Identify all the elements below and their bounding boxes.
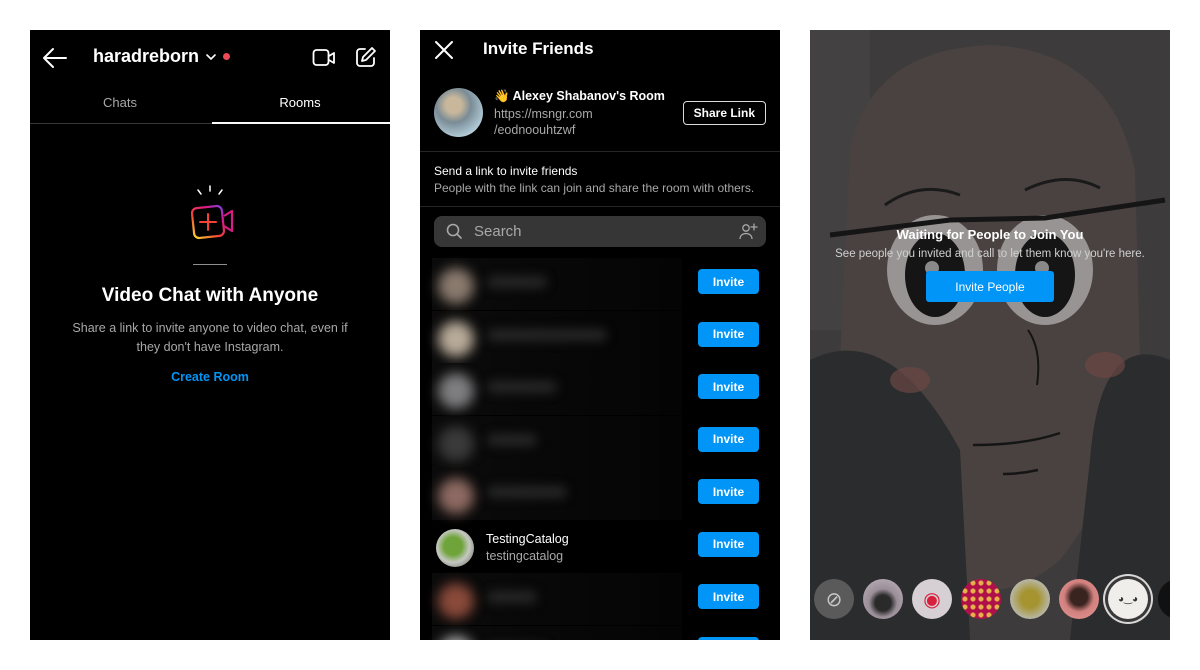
blurred-contact [432, 573, 682, 625]
send-link-title: Send a link to invite friends [434, 164, 578, 178]
room-link: https://msngr.com [494, 107, 593, 121]
waiting-description: See people you invited and call to let t… [835, 248, 1145, 260]
page-title: Invite Friends [483, 39, 594, 58]
contact-row[interactable]: Invite [420, 415, 780, 468]
close-icon[interactable] [434, 40, 454, 60]
avatar [438, 478, 474, 514]
search-icon [446, 223, 462, 239]
glitter-effect-button[interactable] [961, 579, 1001, 619]
camera-frame-effect-button[interactable]: ◉ [912, 579, 952, 619]
contact-row[interactable]: Invite [420, 468, 780, 520]
anime-face-effect-button[interactable]: ◕‿◕ [1108, 579, 1148, 619]
blurred-contact [432, 310, 682, 363]
empty-state-title: Video Chat with Anyone [101, 285, 319, 306]
header: haradreborn [30, 30, 390, 86]
avatar [438, 320, 474, 357]
status-dot [223, 53, 231, 60]
empty-state-description: Share a link to invite anyone to video c… [72, 321, 348, 354]
avatar [438, 268, 474, 304]
contact-name [487, 433, 537, 446]
room-name: 👋 Alexey Shabanov's Room [494, 89, 665, 103]
contact-name [487, 486, 567, 498]
video-plus-icon [190, 185, 234, 240]
blurred-contact [432, 258, 682, 310]
camera-preview [810, 30, 1170, 640]
contact-username: testingcatalog [486, 548, 564, 563]
tab-rooms[interactable]: Rooms [210, 88, 390, 124]
send-link-subtitle: People with the link can join and share … [434, 181, 755, 195]
invite-button[interactable]: Invite [698, 269, 759, 294]
blurred-contact [432, 363, 682, 415]
more-effects-button[interactable] [1158, 579, 1170, 619]
divider [193, 264, 227, 265]
avatar [438, 373, 474, 409]
avatar [438, 583, 474, 619]
divider [420, 151, 780, 152]
room-avatar [434, 88, 483, 137]
waiting-overlay: Waiting for People to Join You See peopl… [810, 227, 1170, 302]
invite-button[interactable]: Invite [698, 321, 759, 347]
invite-people-button[interactable]: Invite People [926, 271, 1054, 302]
wave-icon: 👋 [494, 89, 510, 103]
compose-icon[interactable] [355, 46, 377, 68]
contact-name: TestingCatalog [486, 531, 569, 546]
chevron-down-icon [206, 53, 216, 60]
waiting-title: Waiting for People to Join You [896, 227, 1084, 242]
username: haradreborn [93, 46, 200, 66]
invite-button[interactable]: Invite [698, 479, 759, 504]
blurred-contact [432, 415, 682, 468]
share-link-button[interactable]: Share Link [682, 101, 766, 125]
no-effect-button[interactable]: ⊘ [814, 579, 854, 619]
video-camera-icon[interactable] [312, 47, 336, 69]
tab-bar: Chats Rooms [30, 88, 390, 124]
room-info: 👋 Alexey Shabanov's Room https://msngr.c… [420, 85, 780, 145]
contact-row[interactable]: Invite [420, 573, 780, 625]
header: Invite Friends [420, 30, 780, 70]
empty-state: Video Chat with Anyone Share a link to i… [30, 180, 390, 386]
invite-button[interactable]: Invite [698, 584, 759, 609]
bird-effect-button[interactable] [863, 579, 903, 619]
contact-row[interactable]: Invite [420, 258, 780, 310]
active-tab-indicator [212, 122, 390, 124]
contact-row[interactable]: Invite [420, 310, 780, 363]
contact-name [487, 276, 547, 288]
contact-row[interactable]: Invite [420, 625, 780, 640]
blurred-contact [432, 625, 682, 640]
effects-tray: ⊘ ◉ ◕‿◕ [810, 579, 1170, 621]
person-effect-button[interactable] [1059, 579, 1099, 619]
contact-name [487, 381, 557, 393]
avatar [438, 425, 474, 462]
create-room-link[interactable]: Create Room [171, 370, 249, 384]
contact-row[interactable]: Invite [420, 363, 780, 415]
add-people-icon[interactable] [738, 222, 758, 240]
search-bar [434, 216, 766, 247]
contact-name [487, 328, 607, 341]
blurred-contact [432, 468, 682, 520]
invite-friends-screen: Invite Friends 👋 Alexey Shabanov's Room … [420, 30, 780, 640]
avatar [438, 635, 474, 640]
arrow-left-icon[interactable] [42, 46, 68, 70]
room-call-screen: Waiting for People to Join You See peopl… [810, 30, 1170, 640]
tab-chats[interactable]: Chats [30, 88, 210, 124]
invite-button[interactable]: Invite [698, 531, 759, 557]
account-switcher[interactable]: haradreborn [93, 46, 231, 67]
rooms-screen: haradreborn Chats Rooms Video Chat with … [30, 30, 390, 640]
contact-row[interactable]: TestingCatalog testingcatalog Invite [420, 521, 780, 573]
invite-button[interactable]: Invite [698, 426, 759, 452]
invite-button[interactable]: Invite [698, 636, 759, 640]
room-link-path: /eodnoouhtzwf [494, 123, 576, 137]
divider [420, 206, 780, 207]
invite-button[interactable]: Invite [698, 374, 759, 399]
gold-sparkle-effect-button[interactable] [1010, 579, 1050, 619]
search-input[interactable] [474, 216, 724, 247]
avatar [436, 528, 474, 567]
contact-name [487, 591, 537, 603]
